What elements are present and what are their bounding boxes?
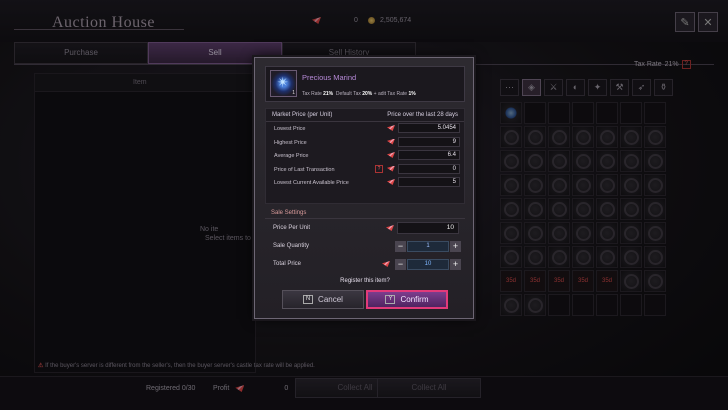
market-price-title: Market Price (per Unit) [272,112,333,118]
market-row-highest: Highest Price 9 [266,136,464,150]
pen-currency-icon [382,261,390,267]
pen-currency-icon [387,179,395,185]
confirm-hotkey: Y [385,295,396,304]
cancel-hotkey: N [303,295,314,304]
market-row-label: Average Price [274,153,309,159]
register-item-dialog: ✴ 1 Precious Marind Tax Rate 21% Default… [254,57,474,319]
quantity-decrease-button[interactable]: − [395,240,406,252]
price-per-unit-input[interactable]: 10 [397,222,459,234]
price-per-unit-label: Price Per Unit [273,225,311,231]
total-increase-button[interactable]: + [450,258,461,270]
market-price-panel: Market Price (per Unit) Price over the l… [265,108,465,204]
market-row-last-transaction: Price of Last Transaction ? 0 [266,163,464,177]
total-price-stepper: − 10 + [395,258,461,270]
total-decrease-button[interactable]: − [395,258,406,270]
pen-currency-icon [387,125,395,131]
register-question: Register this item? [340,278,390,284]
sale-settings-panel: Sale Settings Price Per Unit 10 Sale Qua… [265,208,465,272]
item-name: Precious Marind [302,73,357,82]
confirm-label: Confirm [400,295,429,304]
pen-currency-icon [387,152,395,158]
price-per-unit-row: Price Per Unit 10 [265,219,465,237]
total-price-input[interactable]: 10 [407,258,449,270]
sale-quantity-input[interactable]: 1 [407,240,449,252]
market-price-header: Market Price (per Unit) Price over the l… [266,109,464,122]
market-row-value: 5.0454 [398,123,460,133]
auction-house-window: Auction House 0 2,505,674 ✎ ✕ Purchase S… [0,0,728,410]
market-row-value: 0 [398,163,460,174]
market-price-period: Price over the last 28 days [387,112,458,118]
market-row-label: Lowest Price [274,126,306,132]
pen-currency-icon [386,225,394,231]
market-row-lowest: Lowest Price 5.0454 [266,122,464,136]
total-price-row: Total Price − 10 + [265,255,465,273]
precious-marind-icon: ✴ 1 [270,70,297,97]
confirm-button[interactable]: Y Confirm [366,290,448,309]
cancel-button[interactable]: N Cancel [282,290,364,309]
market-row-lowest-current: Lowest Current Available Price 5 [266,176,464,190]
sale-quantity-stepper: − 1 + [395,240,461,252]
market-row-value: 9 [398,136,460,147]
pen-currency-icon [387,138,395,145]
sale-quantity-row: Sale Quantity − 1 + [265,237,465,255]
total-price-label: Total Price [273,261,302,267]
item-tax-info: Tax Rate 21% Default Tax 20% + adit Tax … [302,91,416,97]
quantity-increase-button[interactable]: + [450,240,461,252]
cancel-label: Cancel [318,295,343,304]
item-level: 1 [292,90,295,96]
market-row-label: Highest Price [274,139,307,146]
sale-settings-title: Sale Settings [265,208,465,219]
pen-currency-icon [387,165,395,172]
market-row-average: Average Price 6.4 [266,149,464,163]
item-header: ✴ 1 Precious Marind Tax Rate 21% Default… [265,66,465,102]
sale-quantity-label: Sale Quantity [273,243,310,249]
market-row-value: 6.4 [398,150,460,160]
help-icon[interactable]: ? [375,164,383,173]
market-row-label: Price of Last Transaction [274,166,335,173]
market-row-label: Lowest Current Available Price [274,180,349,186]
market-row-value: 5 [398,177,460,187]
